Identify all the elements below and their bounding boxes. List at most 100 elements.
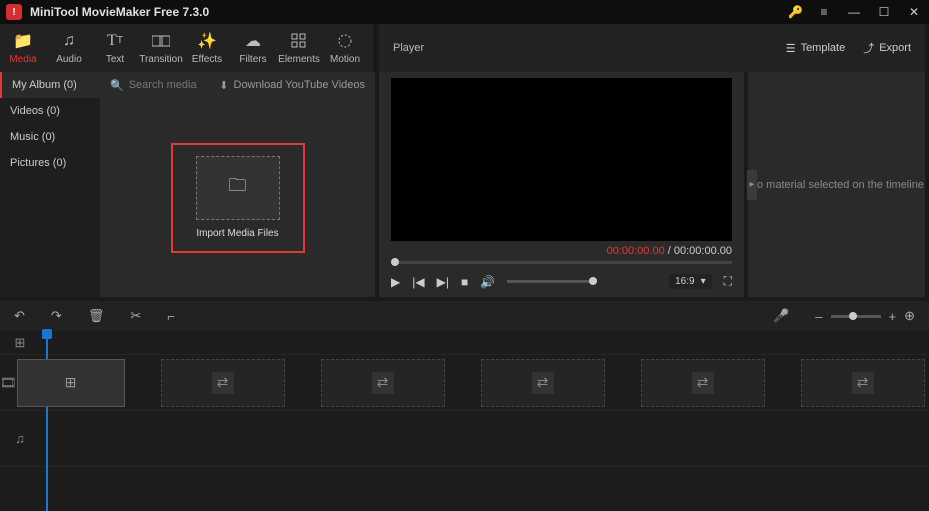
prev-frame-button[interactable]: |◀ — [412, 275, 424, 289]
clip-slot[interactable]: ⇄ — [641, 359, 765, 407]
ruler-track[interactable] — [40, 331, 929, 354]
tab-audio[interactable]: ♫ Audio — [46, 24, 92, 72]
sidebar-item-videos[interactable]: Videos (0) — [0, 98, 100, 124]
tab-label: Elements — [278, 54, 320, 65]
template-label: Template — [801, 42, 846, 54]
layers-icon: ☰ — [786, 42, 796, 55]
effects-icon: ✨ — [197, 32, 217, 50]
zoom-out-button[interactable]: – — [815, 309, 822, 324]
folder-icon: 🗀 — [229, 173, 247, 203]
undo-button[interactable]: ↶ — [14, 308, 25, 324]
mic-icon[interactable]: 🎤 — [773, 308, 789, 324]
clip-slot[interactable]: ⇄ — [321, 359, 445, 407]
media-sidebar: My Album (0) Videos (0) Music (0) Pictur… — [0, 72, 100, 297]
menu-icon[interactable]: ≡ — [815, 5, 833, 19]
sidebar-item-label: Pictures (0) — [10, 157, 66, 169]
volume-icon[interactable]: 🔊 — [480, 275, 495, 289]
zoom-slider[interactable] — [831, 315, 881, 318]
download-label: Download YouTube Videos — [234, 79, 366, 91]
tab-filters[interactable]: ☁ Filters — [230, 24, 276, 72]
clip-slot[interactable]: ⇄ — [161, 359, 285, 407]
transition-slot-icon: ⇄ — [692, 372, 714, 394]
main-tabs: 📁 Media ♫ Audio TT Text Transition ✨ Eff… — [0, 24, 375, 72]
media-library: 🔍 Search media ⬇ Download YouTube Videos… — [100, 72, 375, 297]
sidebar-item-myalbum[interactable]: My Album (0) — [0, 72, 100, 98]
search-icon: 🔍 — [110, 79, 124, 92]
audio-track[interactable] — [40, 411, 929, 466]
crop-button[interactable]: ⌐ — [167, 309, 175, 324]
transition-slot-icon: ⇄ — [532, 372, 554, 394]
sidebar-item-pictures[interactable]: Pictures (0) — [0, 150, 100, 176]
collapse-handle[interactable]: ▸ — [747, 170, 757, 200]
tab-elements[interactable]: Elements — [276, 24, 322, 72]
app-title: MiniTool MovieMaker Free 7.3.0 — [30, 5, 209, 19]
stop-button[interactable]: ■ — [461, 275, 468, 289]
elements-icon — [291, 32, 307, 50]
zoom-fit-button[interactable]: ⊕ — [904, 308, 915, 324]
tab-media[interactable]: 📁 Media — [0, 24, 46, 72]
tab-label: Filters — [239, 54, 266, 65]
add-track-button[interactable]: ⊞ — [0, 335, 40, 351]
export-button[interactable]: ⤴ Export — [863, 40, 911, 56]
close-button[interactable]: ✕ — [905, 5, 923, 19]
sidebar-item-music[interactable]: Music (0) — [0, 124, 100, 150]
current-time: 00:00:00.00 — [607, 245, 665, 257]
player-pane: 00:00:00.00 / 00:00:00.00 ▶ |◀ ▶| ■ 🔊 16… — [379, 72, 744, 297]
sidebar-item-label: My Album (0) — [12, 79, 77, 91]
transition-slot-icon: ⇄ — [372, 372, 394, 394]
zoom-in-button[interactable]: + — [889, 309, 897, 324]
transition-slot-icon: ⇄ — [852, 372, 874, 394]
folder-icon: 📁 — [13, 32, 33, 50]
video-track[interactable]: ⊞ ⇄ ⇄ ⇄ ⇄ ⇄ — [17, 355, 929, 410]
tab-transition[interactable]: Transition — [138, 24, 184, 72]
tab-label: Transition — [139, 54, 183, 65]
tab-label: Audio — [56, 54, 82, 65]
tab-label: Motion — [330, 54, 360, 65]
ratio-label: 16:9 — [675, 276, 694, 287]
audio-track-icon: ♫ — [15, 431, 25, 446]
tab-label: Media — [9, 54, 36, 65]
import-media-highlight: 🗀 Import Media Files — [171, 143, 305, 253]
aspect-ratio-select[interactable]: 16:9 ▾ — [669, 274, 712, 289]
fullscreen-button[interactable]: ⛶ — [724, 274, 732, 289]
zoom-control: – + ⊕ — [815, 308, 915, 324]
tab-label: Text — [106, 54, 124, 65]
progress-bar[interactable] — [391, 261, 732, 264]
download-youtube-button[interactable]: ⬇ Download YouTube Videos — [219, 79, 365, 92]
cut-button[interactable]: ✂ — [130, 308, 141, 324]
volume-slider[interactable] — [507, 280, 597, 283]
clip-slot[interactable]: ⇄ — [801, 359, 925, 407]
delete-button[interactable]: 🗑 — [88, 308, 105, 324]
chevron-down-icon: ▾ — [701, 276, 706, 287]
video-preview[interactable] — [391, 78, 732, 241]
redo-button[interactable]: ↷ — [51, 308, 62, 324]
import-label: Import Media Files — [196, 228, 278, 239]
maximize-button[interactable]: ☐ — [875, 5, 893, 19]
export-label: Export — [879, 42, 911, 54]
properties-pane: ▸ No material selected on the timeline — [748, 72, 925, 297]
timeline-toolbar: ↶ ↷ 🗑 ✂ ⌐ 🎤 – + ⊕ — [0, 301, 929, 331]
timeline: ⊞ 🎞 ⊞ ⇄ ⇄ ⇄ ⇄ ⇄ ♫ — [0, 331, 929, 511]
clip-slot[interactable]: ⊞ — [17, 359, 125, 407]
text-icon: TT — [107, 32, 123, 50]
search-input[interactable]: 🔍 Search media — [110, 79, 197, 92]
player-header: Player ☰ Template ⤴ Export — [379, 24, 925, 72]
tab-motion[interactable]: Motion — [322, 24, 368, 72]
titlebar: ! MiniTool MovieMaker Free 7.3.0 🔑 ≡ — ☐… — [0, 0, 929, 24]
tab-effects[interactable]: ✨ Effects — [184, 24, 230, 72]
add-clip-icon: ⊞ — [65, 374, 77, 391]
key-icon[interactable]: 🔑 — [788, 5, 803, 19]
minimize-button[interactable]: — — [845, 5, 863, 19]
template-button[interactable]: ☰ Template — [786, 42, 846, 55]
motion-icon — [337, 32, 353, 50]
search-placeholder: Search media — [129, 79, 197, 91]
app-logo: ! — [6, 4, 22, 20]
next-frame-button[interactable]: ▶| — [437, 275, 449, 289]
sidebar-item-label: Videos (0) — [10, 105, 60, 117]
clip-slot[interactable]: ⇄ — [481, 359, 605, 407]
player-title: Player — [393, 42, 424, 54]
tab-text[interactable]: TT Text — [92, 24, 138, 72]
play-button[interactable]: ▶ — [391, 275, 400, 289]
sidebar-item-label: Music (0) — [10, 131, 55, 143]
import-media-button[interactable]: 🗀 Import Media Files — [179, 156, 297, 239]
